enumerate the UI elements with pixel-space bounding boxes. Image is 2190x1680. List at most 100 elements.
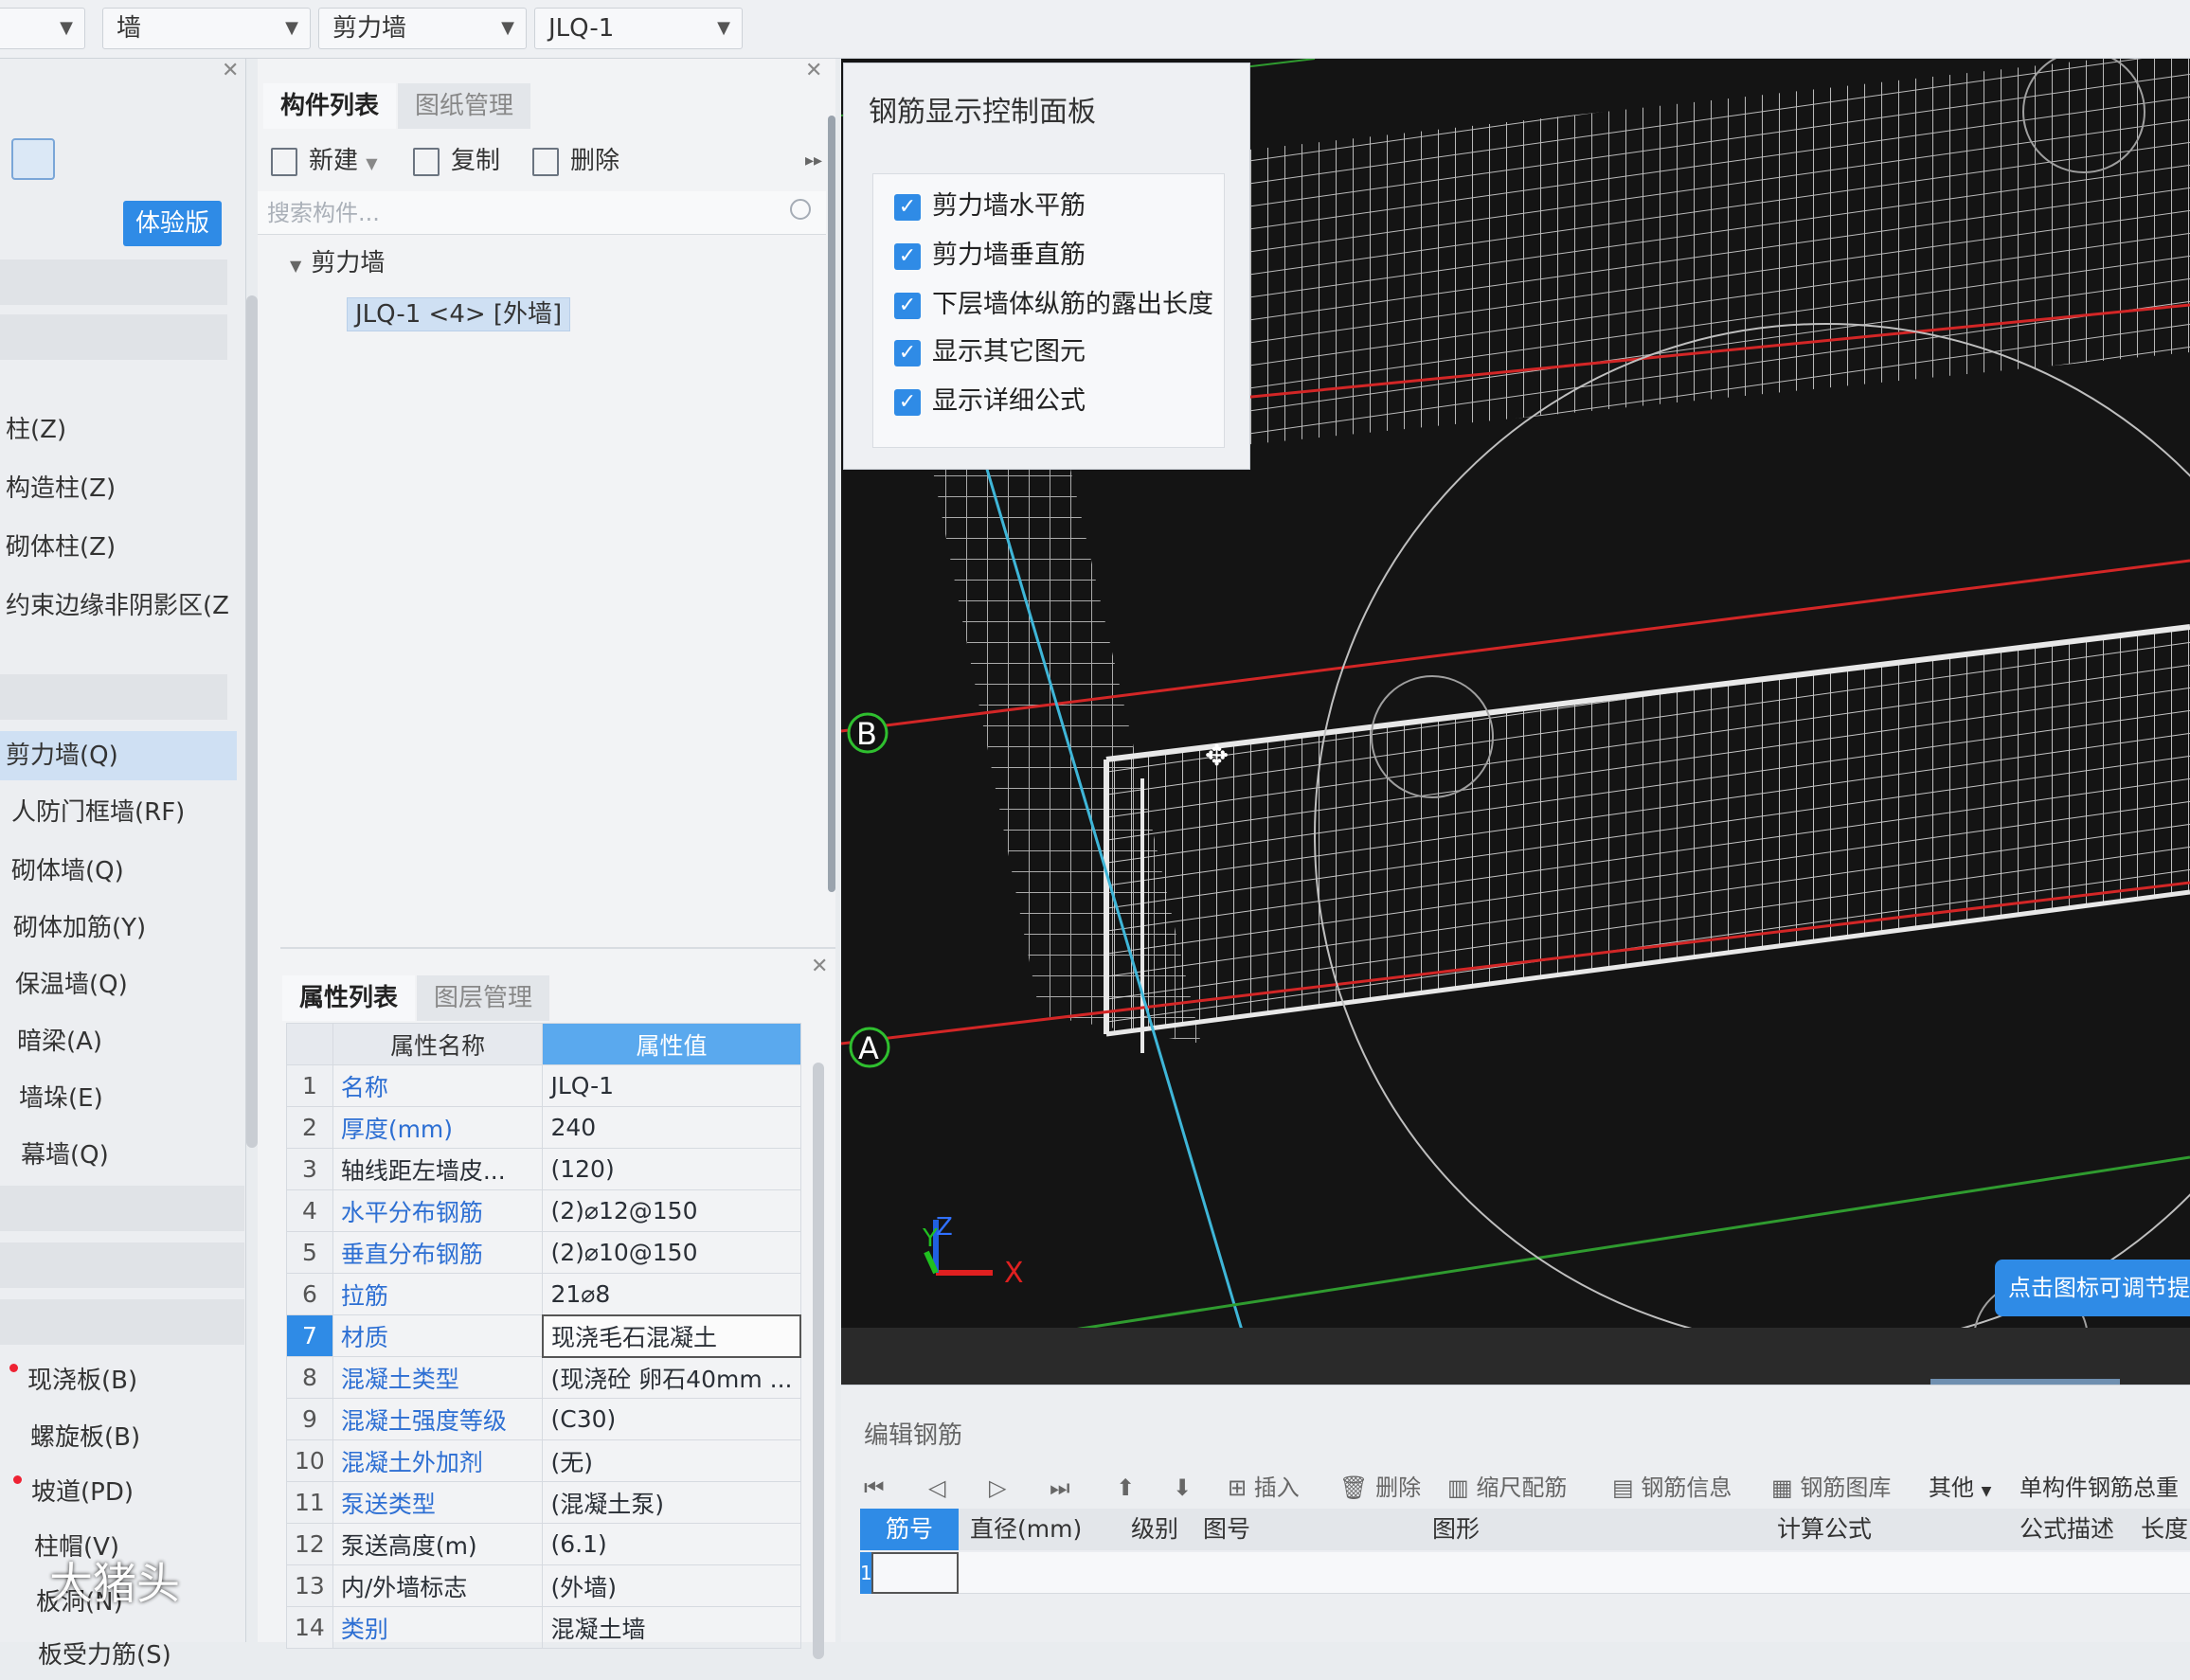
property-row[interactable]: 1 名称 JLQ-1 xyxy=(286,1064,801,1107)
nav-group-header[interactable] xyxy=(0,1186,244,1231)
property-row[interactable]: 7 材质 现浇毛石混凝土 xyxy=(286,1314,802,1358)
component-search-input[interactable]: 搜索构件... xyxy=(258,191,826,235)
nav-group-header[interactable] xyxy=(0,1242,244,1288)
nav-item-boundary-zone[interactable]: 约束边缘非阴影区(Z xyxy=(0,581,237,631)
floor-select[interactable]: ▼ xyxy=(0,8,85,49)
more-arrow-icon[interactable]: ▸▸ xyxy=(805,142,822,180)
property-value[interactable]: (外墙) xyxy=(542,1564,801,1607)
checkbox-checked-icon[interactable]: ✓ xyxy=(894,388,921,416)
checkbox-checked-icon[interactable]: ✓ xyxy=(894,242,921,270)
nav-scrollbar[interactable] xyxy=(246,295,258,1148)
tab-drawing-management[interactable]: 图纸管理 xyxy=(398,83,531,129)
checkbox-checked-icon[interactable]: ✓ xyxy=(894,339,921,366)
category-select[interactable]: 墙 ▼ xyxy=(102,8,311,49)
property-value[interactable]: (现浇砼 卵石40mm ... xyxy=(542,1356,801,1399)
property-row[interactable]: 3 轴线距左墙皮... (120) xyxy=(286,1148,801,1190)
property-value[interactable]: 现浇毛石混凝土 xyxy=(541,1314,802,1358)
nav-item-civil-defense-wall[interactable]: 人防门框墙(RF) xyxy=(0,788,237,837)
property-value[interactable]: (2)⌀12@150 xyxy=(542,1189,801,1232)
property-row[interactable]: 2 厚度(mm) 240 xyxy=(286,1106,801,1149)
nav-group-header[interactable] xyxy=(0,259,227,305)
option-vertical-rebar[interactable]: ✓ 剪力墙垂直筋 xyxy=(894,235,1086,277)
last-record-icon[interactable]: ⏭ xyxy=(1050,1471,1070,1505)
new-button[interactable]: 新建 ▼ xyxy=(271,142,378,183)
search-icon[interactable] xyxy=(790,199,811,220)
delete-button[interactable]: 删除 xyxy=(532,142,619,180)
property-row[interactable]: 13 内/外墙标志 (外墙) xyxy=(286,1564,801,1607)
component-scrollbar[interactable] xyxy=(828,116,835,892)
nav-item-cast-slab[interactable]: 现浇板(B) xyxy=(0,1356,237,1405)
copy-button[interactable]: 复制 xyxy=(413,142,500,180)
option-lower-wall-exposure[interactable]: ✓ 下层墙体纵筋的露出长度 xyxy=(894,284,1213,326)
tree-group-shear-wall[interactable]: ▼ 剪力墙 xyxy=(290,244,385,285)
property-row[interactable]: 11 泵送类型 (混凝土泵) xyxy=(286,1481,801,1524)
close-icon[interactable]: ✕ xyxy=(222,59,239,82)
nav-item-hidden-beam[interactable]: 暗梁(A) xyxy=(0,1017,237,1066)
col-length[interactable]: 长度 xyxy=(2141,1509,2188,1550)
move-up-icon[interactable]: ⬆ xyxy=(1116,1471,1135,1505)
component-select[interactable]: JLQ-1 ▼ xyxy=(534,8,743,49)
nav-item-ramp[interactable]: 坡道(PD) xyxy=(0,1468,237,1517)
next-record-icon[interactable]: ▷ xyxy=(989,1471,1006,1505)
checkbox-checked-icon[interactable]: ✓ xyxy=(894,292,921,319)
nav-group-header[interactable] xyxy=(0,314,227,360)
nav-item-column[interactable]: 柱(Z) xyxy=(0,405,237,455)
type-select[interactable]: 剪力墙 ▼ xyxy=(318,8,527,49)
property-value[interactable]: (C30) xyxy=(542,1398,801,1440)
property-value[interactable]: (混凝土泵) xyxy=(542,1481,801,1524)
col-grade[interactable]: 级别 xyxy=(1131,1509,1178,1550)
rebar-info-button[interactable]: ▤ 钢筋信息 xyxy=(1612,1471,1732,1505)
close-icon[interactable]: ✕ xyxy=(811,955,828,978)
checkbox-checked-icon[interactable]: ✓ xyxy=(894,193,921,221)
property-scrollbar[interactable] xyxy=(813,1063,824,1659)
col-formula-desc[interactable]: 公式描述 xyxy=(2019,1509,2114,1550)
other-dropdown[interactable]: 其他 ▼ xyxy=(1929,1471,1991,1509)
tab-layer-management[interactable]: 图层管理 xyxy=(417,975,550,1021)
property-row[interactable]: 4 水平分布钢筋 (2)⌀12@150 xyxy=(286,1189,801,1232)
option-show-detailed-formula[interactable]: ✓ 显示详细公式 xyxy=(894,381,1086,422)
insert-button[interactable]: ⊞ 插入 xyxy=(1228,1471,1300,1505)
option-show-other-elements[interactable]: ✓ 显示其它图元 xyxy=(894,331,1086,373)
nav-item-insulation-wall[interactable]: 保温墙(Q) xyxy=(0,960,237,1010)
property-value[interactable]: (2)⌀10@150 xyxy=(542,1231,801,1274)
total-weight-button[interactable]: 单构件钢筋总重 xyxy=(2019,1471,2179,1505)
property-value[interactable]: 240 xyxy=(542,1106,801,1149)
list-view-icon[interactable] xyxy=(11,138,55,180)
tab-component-list[interactable]: 构件列表 xyxy=(263,83,397,129)
rebar-grid-row[interactable]: 1 xyxy=(860,1552,2190,1594)
nav-item-spiral-slab[interactable]: 螺旋板(B) xyxy=(0,1413,237,1462)
bar-number-cell[interactable] xyxy=(871,1552,959,1594)
nav-item-masonry-wall[interactable]: 砌体墙(Q) xyxy=(0,847,237,896)
nav-item-curtain-wall[interactable]: 幕墙(Q) xyxy=(0,1131,237,1180)
property-row[interactable]: 5 垂直分布钢筋 (2)⌀10@150 xyxy=(286,1231,801,1274)
nav-item-slab-rebar[interactable]: 板受力筋(S) xyxy=(0,1631,237,1680)
rebar-library-button[interactable]: ▦ 钢筋图库 xyxy=(1771,1471,1891,1505)
nav-group-header[interactable] xyxy=(0,1299,244,1345)
nav-item-masonry-column[interactable]: 砌体柱(Z) xyxy=(0,523,237,572)
nav-item-shear-wall[interactable]: 剪力墙(Q) xyxy=(0,731,237,780)
property-value[interactable]: (6.1) xyxy=(542,1523,801,1565)
property-row[interactable]: 9 混凝土强度等级 (C30) xyxy=(286,1398,801,1440)
property-row[interactable]: 12 泵送高度(m) (6.1) xyxy=(286,1523,801,1565)
move-down-icon[interactable]: ⬇ xyxy=(1173,1471,1192,1505)
col-bar-number[interactable]: 筋号 xyxy=(860,1509,959,1550)
nav-item-wall-pier[interactable]: 墙垛(E) xyxy=(0,1074,237,1123)
property-row[interactable]: 10 混凝土外加剂 (无) xyxy=(286,1439,801,1482)
prev-record-icon[interactable]: ◁ xyxy=(928,1471,945,1505)
nav-group-header[interactable] xyxy=(0,674,227,720)
delete-row-button[interactable]: 🗑 删除 xyxy=(1339,1471,1421,1505)
col-diameter[interactable]: 直径(mm) xyxy=(970,1509,1082,1550)
property-row[interactable]: 8 混凝土类型 (现浇砼 卵石40mm ... xyxy=(286,1356,801,1399)
tab-property-list[interactable]: 属性列表 xyxy=(282,975,416,1021)
property-value[interactable]: JLQ-1 xyxy=(542,1064,801,1107)
first-record-icon[interactable]: ⏮ xyxy=(864,1471,885,1505)
property-value[interactable]: (120) xyxy=(542,1148,801,1190)
col-formula[interactable]: 计算公式 xyxy=(1777,1509,1872,1550)
tree-item-jlq1[interactable]: JLQ-1 <4> [外墙] xyxy=(347,295,571,333)
col-shape-number[interactable]: 图号 xyxy=(1203,1509,1250,1550)
close-icon[interactable]: ✕ xyxy=(805,59,822,82)
property-value[interactable]: 21⌀8 xyxy=(542,1273,801,1315)
option-horizontal-rebar[interactable]: ✓ 剪力墙水平筋 xyxy=(894,186,1086,227)
scale-rebar-button[interactable]: ▥ 缩尺配筋 xyxy=(1447,1471,1567,1505)
col-shape[interactable]: 图形 xyxy=(1432,1509,1480,1550)
